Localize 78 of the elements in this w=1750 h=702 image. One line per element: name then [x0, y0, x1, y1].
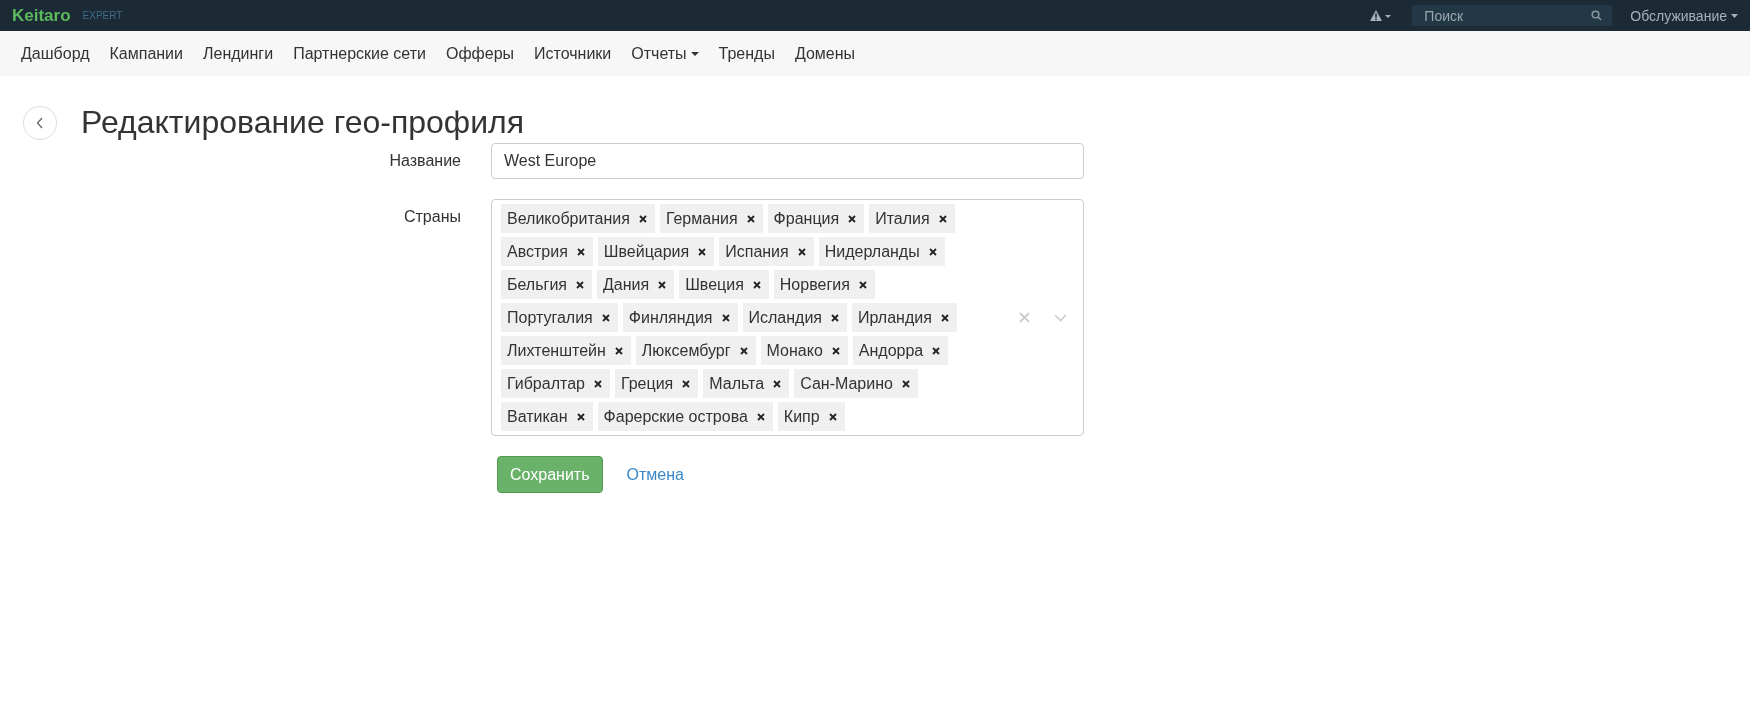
tag-label: Бельгия — [507, 275, 567, 294]
page-title: Редактирование гео-профиля — [81, 104, 524, 141]
remove-icon[interactable] — [752, 280, 761, 289]
remove-icon[interactable] — [940, 313, 949, 322]
remove-icon[interactable] — [601, 313, 610, 322]
tag-label: Ирландия — [858, 308, 932, 327]
nav-link[interactable]: Кампании — [109, 44, 183, 63]
nav-link[interactable]: Дашборд — [21, 44, 90, 63]
nav-link[interactable]: Партнерские сети — [293, 44, 426, 63]
remove-icon[interactable] — [614, 346, 623, 355]
tag-label: Сан-Марино — [800, 374, 893, 393]
remove-icon[interactable] — [831, 313, 839, 322]
tag-label: Австрия — [507, 242, 568, 261]
remove-icon[interactable] — [746, 214, 755, 223]
nav-link[interactable]: Источники — [534, 44, 612, 63]
tag-label: Швеция — [685, 275, 744, 294]
nav-link[interactable]: Домены — [794, 44, 856, 63]
tag-label: Дания — [603, 275, 650, 294]
tag-label: Швейцария — [603, 242, 690, 261]
remove-icon[interactable] — [576, 412, 585, 421]
remove-icon[interactable] — [932, 346, 941, 355]
remove-icon[interactable] — [797, 247, 806, 256]
tag-label: Мальта — [709, 374, 765, 393]
tag-label: Нидерланды — [824, 242, 920, 261]
search-field[interactable]: Поиск — [1412, 5, 1613, 26]
tag-label: Испания — [725, 242, 789, 261]
remove-icon[interactable] — [773, 379, 782, 388]
remove-icon[interactable] — [658, 280, 667, 289]
tag-label: Люксембург — [641, 341, 731, 360]
nav-link[interactable]: Отчеты — [631, 44, 699, 63]
service-menu[interactable]: Обслуживание — [1630, 7, 1727, 24]
tag-label: Андорра — [858, 341, 924, 360]
cancel-link[interactable]: Отмена — [626, 465, 684, 484]
remove-icon[interactable] — [831, 346, 840, 355]
tag-label: Кипр — [783, 407, 820, 426]
nav-link[interactable]: Лендинги — [203, 44, 274, 63]
edition-label: EXPERT — [82, 10, 123, 21]
tag-label: Гибралтар — [507, 374, 585, 393]
remove-icon[interactable] — [901, 379, 910, 388]
remove-icon[interactable] — [593, 379, 602, 388]
caret-icon — [1731, 13, 1738, 18]
tag-label: Великобритания — [507, 209, 630, 228]
warning-menu-icon[interactable] — [1370, 9, 1393, 22]
remove-icon[interactable] — [721, 313, 730, 322]
tag-label: Греция — [620, 374, 674, 393]
logo[interactable]: Keitaro — [12, 5, 71, 26]
tag-label: Монако — [766, 341, 823, 360]
field-label: Страны — [403, 207, 462, 226]
remove-icon[interactable] — [682, 379, 691, 388]
remove-icon[interactable] — [756, 412, 765, 421]
chevron-left-icon — [36, 116, 44, 129]
remove-icon[interactable] — [576, 280, 584, 289]
tag-label: Норвегия — [779, 275, 850, 294]
remove-icon[interactable] — [848, 214, 857, 223]
search-icon — [1591, 10, 1603, 21]
tag-label: Фарерские острова — [603, 407, 748, 426]
name-field[interactable]: West Europe — [491, 143, 1084, 179]
nav-link[interactable]: Тренды — [718, 44, 775, 63]
remove-icon[interactable] — [828, 412, 837, 421]
countries-select[interactable] — [491, 199, 1084, 436]
tag-label: Франция — [773, 209, 840, 228]
tag-label: Италия — [875, 209, 930, 228]
remove-icon[interactable] — [938, 214, 947, 223]
remove-icon[interactable] — [576, 247, 585, 256]
remove-icon[interactable] — [739, 346, 748, 355]
remove-icon[interactable] — [698, 247, 707, 256]
nav-link[interactable]: Офферы — [445, 44, 515, 63]
tag-label: Ватикан — [507, 407, 568, 426]
caret-icon — [690, 51, 699, 56]
remove-icon[interactable] — [928, 247, 937, 256]
remove-icon[interactable] — [858, 280, 867, 289]
remove-icon[interactable] — [638, 214, 647, 223]
field-label: Название — [388, 151, 462, 170]
tag-label: Лихтенштейн — [507, 341, 606, 360]
tag-label: Португалия — [507, 308, 593, 327]
tag-label: Финляндия — [628, 308, 713, 327]
tag-label: Исландия — [748, 308, 822, 327]
tag-label: Германия — [665, 209, 738, 228]
